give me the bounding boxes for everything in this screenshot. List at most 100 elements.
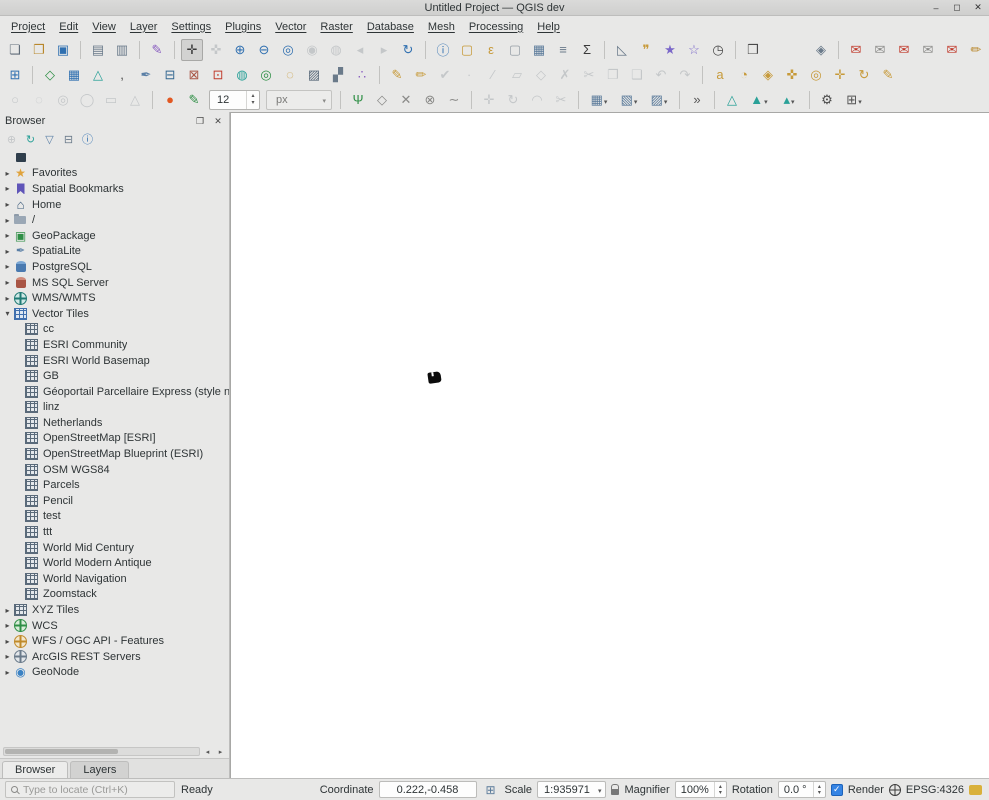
hscroll-thumb[interactable] — [5, 749, 118, 754]
menu-processing[interactable]: Processing — [462, 19, 530, 35]
tree-item-vector-tiles[interactable]: ▾Vector Tiles — [0, 306, 229, 322]
envelope-red-1-icon[interactable]: ✉ — [845, 39, 867, 61]
tree-item-wfs-ogc-api-features[interactable]: ▸WFS / OGC API - Features — [0, 633, 229, 649]
add-selected-layers-icon[interactable]: ⊕ — [3, 131, 20, 148]
field-calculator-icon[interactable]: ≡ — [552, 39, 574, 61]
pointer-coordinates-icon[interactable]: ◈ — [810, 39, 832, 61]
menu-mesh[interactable]: Mesh — [421, 19, 462, 35]
scale-combo[interactable]: 1:935971 — [537, 781, 606, 798]
toolbar-extension-2-icon[interactable]: » — [686, 89, 708, 111]
add-mssql-layer-icon[interactable]: ⊠ — [183, 64, 205, 86]
magnifier-spinbox[interactable]: 100% — [675, 781, 727, 798]
units-combo[interactable]: px — [266, 90, 332, 110]
menu-raster[interactable]: Raster — [313, 19, 359, 35]
enable-snapping-icon[interactable]: ◇ — [371, 89, 393, 111]
paste-features-icon[interactable]: ❑ — [626, 64, 648, 86]
expand-arrow-icon[interactable]: ▸ — [2, 278, 13, 287]
circle-by-center-point-icon[interactable]: ◎ — [52, 89, 74, 111]
compose-note-icon[interactable]: ✏ — [965, 39, 987, 61]
expand-arrow-icon[interactable]: ▸ — [2, 652, 13, 661]
show-properties-icon[interactable]: ⓘ — [79, 131, 96, 148]
envelope-gray-1-icon[interactable]: ✉ — [869, 39, 891, 61]
circle-from-3-points-icon[interactable]: ◌ — [28, 89, 50, 111]
locate-input[interactable] — [23, 784, 169, 796]
tree-item-world-modern-antique[interactable]: World Modern Antique — [0, 555, 229, 571]
coordinate-input[interactable]: 0.222,-0.458 — [379, 781, 477, 798]
locate-search[interactable] — [5, 781, 175, 798]
vertex-tool-icon[interactable]: ◇ — [530, 64, 552, 86]
browser-hscrollbar[interactable] — [0, 745, 229, 758]
ellipse-from-center-icon[interactable]: ◯ — [76, 89, 98, 111]
add-raster-layer-icon[interactable]: ▦ — [63, 64, 85, 86]
new-print-layout-icon[interactable]: ▤ — [87, 39, 109, 61]
tree-item-esri-world-basemap[interactable]: ESRI World Basemap — [0, 353, 229, 369]
zoom-to-layer-icon[interactable]: ◍ — [325, 39, 347, 61]
add-postgis-layer-icon[interactable]: ⊟ — [159, 64, 181, 86]
hscroll-track[interactable] — [3, 747, 200, 756]
pin-unpin-labels-icon[interactable]: ✜ — [781, 64, 803, 86]
change-label-properties-icon[interactable]: ✎ — [877, 64, 899, 86]
layer-diagram-icon[interactable]: ◔ — [733, 64, 755, 86]
zoom-out-icon[interactable]: ⊖ — [253, 39, 275, 61]
rotate-feature-icon[interactable]: ↻ — [502, 89, 524, 111]
menu-edit[interactable]: Edit — [52, 19, 85, 35]
spinner-arrows-icon[interactable] — [813, 782, 825, 797]
temporal-controller-icon[interactable]: ◷ — [707, 39, 729, 61]
add-xyz-layer-icon[interactable]: ▞ — [327, 64, 349, 86]
add-vector-layer-icon[interactable]: ◇ — [39, 64, 61, 86]
expand-arrow-icon[interactable]: ▸ — [2, 216, 13, 225]
tree-item-cc[interactable]: cc — [0, 322, 229, 338]
tree-item-spatialite[interactable]: ▸SpatiaLite — [0, 244, 229, 260]
tree-item-geopackage[interactable]: ▸GeoPackage — [0, 228, 229, 244]
crs-globe-icon[interactable] — [889, 784, 901, 796]
panel-menu-icon[interactable]: ⊞ — [840, 89, 868, 111]
mesh-digitizing-icon[interactable]: △ — [721, 89, 743, 111]
select-features-icon[interactable]: ▢ — [456, 39, 478, 61]
add-point-cloud-layer-icon[interactable]: ∴ — [351, 64, 373, 86]
add-oracle-layer-icon[interactable]: ⊡ — [207, 64, 229, 86]
tree-item-netherlands[interactable]: Netherlands — [0, 415, 229, 431]
tree-item-gb[interactable]: GB — [0, 368, 229, 384]
zoom-to-selection-icon[interactable]: ◉ — [301, 39, 323, 61]
hscroll-right-icon[interactable] — [215, 748, 226, 756]
reshape-features-icon[interactable]: ◠ — [526, 89, 548, 111]
envelope-gray-2-icon[interactable]: ✉ — [917, 39, 939, 61]
expand-arrow-icon[interactable]: ▸ — [2, 621, 13, 630]
tree-item-test[interactable]: test — [0, 509, 229, 525]
menu-settings[interactable]: Settings — [164, 19, 218, 35]
minimize-button[interactable]: – — [929, 1, 943, 14]
map-themes-icon[interactable]: ▨ — [645, 89, 673, 111]
expand-arrow-icon[interactable]: ▸ — [2, 637, 13, 646]
tree-item-osm-wgs84[interactable]: OSM WGS84 — [0, 462, 229, 478]
rotate-label-icon[interactable]: ↻ — [853, 64, 875, 86]
style-manager-icon[interactable]: ✎ — [146, 39, 168, 61]
expand-arrow-icon[interactable]: ▸ — [2, 294, 13, 303]
close-panel-button[interactable]: ✕ — [212, 116, 224, 127]
expand-arrow-icon[interactable]: ▸ — [2, 247, 13, 256]
envelope-red-2-icon[interactable]: ✉ — [893, 39, 915, 61]
expand-arrow-icon[interactable]: ▸ — [2, 184, 13, 193]
highlight-pinned-labels-icon[interactable]: ◈ — [757, 64, 779, 86]
expand-arrow-icon[interactable]: ▸ — [2, 668, 13, 677]
tree-item-linz[interactable]: linz — [0, 400, 229, 416]
add-wcs-layer-icon[interactable]: ◎ — [255, 64, 277, 86]
expand-arrow-icon[interactable]: ▸ — [2, 606, 13, 615]
mesh-transform-icon[interactable]: ▲ — [745, 89, 773, 111]
add-mesh-layer-icon[interactable]: △ — [87, 64, 109, 86]
float-panel-button[interactable]: ❐ — [194, 116, 206, 127]
map-views-icon[interactable]: ▦ — [585, 89, 613, 111]
annotation-color-icon[interactable]: ● — [159, 89, 181, 111]
select-by-expression-icon[interactable]: ε — [480, 39, 502, 61]
save-project-icon[interactable]: ▣ — [52, 39, 74, 61]
envelope-red-3-icon[interactable]: ✉ — [941, 39, 963, 61]
move-feature-icon[interactable]: ✛ — [478, 89, 500, 111]
expand-arrow-icon[interactable]: ▸ — [2, 231, 13, 240]
tree-item-arcgis-rest-servers[interactable]: ▸ArcGIS REST Servers — [0, 649, 229, 665]
tree-item-parcels[interactable]: Parcels — [0, 477, 229, 493]
font-size-spinbox[interactable]: 12 — [209, 90, 260, 110]
cut-features-icon[interactable]: ✂ — [578, 64, 600, 86]
dock-tab-browser[interactable]: Browser — [2, 761, 68, 778]
zoom-full-icon[interactable]: ◎ — [277, 39, 299, 61]
zoom-in-icon[interactable]: ⊕ — [229, 39, 251, 61]
dock-tab-layers[interactable]: Layers — [70, 761, 129, 778]
